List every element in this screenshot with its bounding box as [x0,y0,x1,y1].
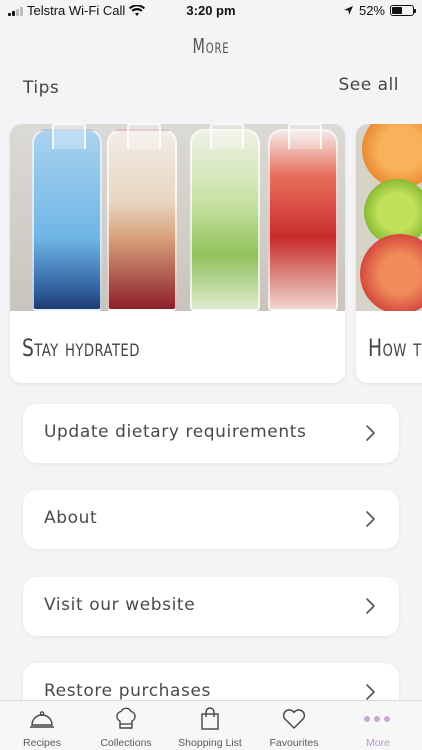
see-all-link[interactable]: See all [339,75,399,95]
tips-carousel[interactable]: Stay hydrated How to [0,124,422,386]
menu-item-label: Restore purchases [44,681,212,701]
grapefruit-slice [360,234,422,311]
heart-icon [282,709,306,729]
bottle [268,124,338,311]
tab-label: Shopping List [178,737,242,749]
menu-item-dietary-requirements[interactable]: Update dietary requirements [23,404,399,463]
tab-label: Favourites [269,737,319,749]
more-dots-icon [364,716,390,722]
location-arrow-icon [343,6,353,15]
tips-heading: Tips [23,78,60,98]
status-right: 52% [343,3,416,18]
page-title: More [192,34,230,58]
shopping-bag-icon [201,707,219,730]
tip-card[interactable]: How to [356,124,422,383]
bottle [32,124,102,311]
tab-label: Recipes [23,737,61,749]
menu-item-label: Visit our website [44,595,196,615]
tip-image-infused-water [10,124,345,311]
chevron-right-icon [366,425,375,441]
bottle [190,124,260,311]
tab-collections[interactable]: Collections [84,701,168,750]
battery-icon [390,5,416,16]
tip-title: How to [368,334,422,362]
tab-shopping-list[interactable]: Shopping List [168,701,252,750]
status-bar: Telstra Wi-Fi Call 3:20 pm 52% [0,0,422,22]
tip-image-citrus [356,124,422,311]
tab-recipes[interactable]: Recipes [0,701,84,750]
menu-item-visit-website[interactable]: Visit our website [23,577,399,636]
chevron-right-icon [366,684,375,700]
tip-title: Stay hydrated [22,334,140,362]
tab-more[interactable]: More [336,701,420,750]
chef-hat-icon [116,707,136,729]
menu-item-label: Update dietary requirements [44,422,307,442]
tab-favourites[interactable]: Favourites [252,701,336,750]
chevron-right-icon [366,598,375,614]
battery-fill [392,7,403,14]
tip-card[interactable]: Stay hydrated [10,124,345,383]
cloche-icon [30,711,54,728]
tab-bar: Recipes Collections Shopping List Favour… [0,700,422,750]
tab-label: Collections [100,737,152,749]
menu-item-about[interactable]: About [23,490,399,549]
tab-label: More [366,737,390,749]
menu-item-label: About [44,508,98,528]
chevron-right-icon [366,511,375,527]
bottle [107,124,177,311]
battery-percent: 52% [358,3,385,18]
